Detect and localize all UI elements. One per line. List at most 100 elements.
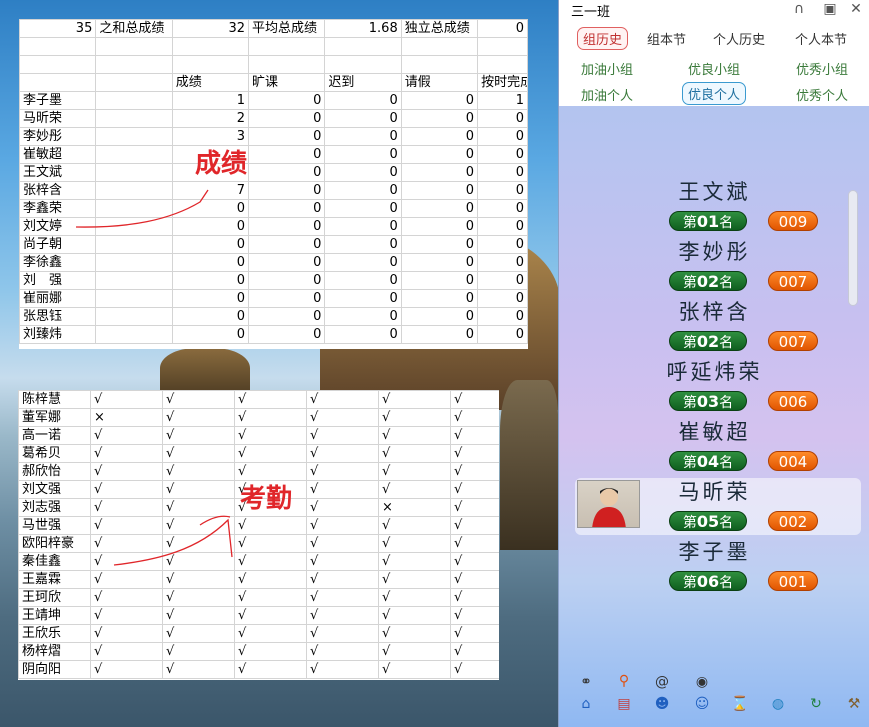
- cell[interactable]: [171, 37, 250, 56]
- attendance-mark-cell[interactable]: √: [378, 462, 451, 481]
- menu-good-person[interactable]: 优良个人: [682, 82, 747, 105]
- value-cell[interactable]: 0: [477, 325, 528, 344]
- attendance-mark-cell[interactable]: √: [450, 390, 499, 409]
- cell[interactable]: 35: [19, 19, 97, 38]
- student-name-cell[interactable]: 葛希贝: [18, 444, 91, 463]
- student-name[interactable]: 崔敏超: [559, 416, 869, 446]
- at-icon[interactable]: @: [653, 673, 671, 691]
- value-cell[interactable]: 0: [400, 199, 479, 218]
- value-cell[interactable]: 0: [324, 199, 402, 218]
- attendance-mark-cell[interactable]: √: [234, 390, 307, 409]
- value-cell[interactable]: 0: [400, 91, 479, 110]
- value-cell[interactable]: 0: [400, 253, 479, 272]
- attendance-mark-cell[interactable]: √: [378, 426, 451, 445]
- attendance-mark-cell[interactable]: √: [234, 570, 307, 589]
- student-name-cell[interactable]: 高一诺: [18, 426, 91, 445]
- attendance-mark-cell[interactable]: √: [90, 444, 163, 463]
- student-name-cell[interactable]: 王靖坤: [18, 606, 91, 625]
- menu-cheer-group[interactable]: 加油小组: [581, 59, 633, 78]
- attendance-mark-cell[interactable]: √: [306, 390, 379, 409]
- attendance-mark-cell[interactable]: √: [162, 570, 235, 589]
- value-cell[interactable]: 0: [324, 253, 402, 272]
- attendance-mark-cell[interactable]: √: [450, 534, 499, 553]
- student-name-cell[interactable]: 李徐鑫: [19, 253, 97, 272]
- cell[interactable]: [248, 55, 326, 74]
- student-name-cell[interactable]: 王文斌: [19, 163, 97, 182]
- cell[interactable]: [95, 127, 173, 146]
- value-cell[interactable]: 0: [248, 181, 326, 200]
- smile-icon[interactable]: ☺: [693, 695, 711, 713]
- attendance-mark-cell[interactable]: √: [162, 642, 235, 661]
- student-name[interactable]: 呼延炜荣: [559, 356, 869, 386]
- value-cell[interactable]: 0: [248, 271, 326, 290]
- attendance-mark-cell[interactable]: √: [90, 426, 163, 445]
- student-name-cell[interactable]: 王嘉霖: [18, 570, 91, 589]
- cell[interactable]: [19, 55, 97, 74]
- value-cell[interactable]: 0: [248, 163, 326, 182]
- attendance-mark-cell[interactable]: √: [450, 606, 499, 625]
- value-cell[interactable]: 0: [477, 307, 528, 326]
- headphones-icon[interactable]: ∩: [790, 1, 808, 17]
- value-cell[interactable]: 0: [248, 235, 326, 254]
- cell[interactable]: [95, 145, 173, 164]
- attendance-mark-cell[interactable]: √: [378, 642, 451, 661]
- value-cell[interactable]: 0: [248, 109, 326, 128]
- attendance-mark-cell[interactable]: √: [378, 570, 451, 589]
- student-name-cell[interactable]: 李妙彤: [19, 127, 97, 146]
- attendance-mark-cell[interactable]: √: [378, 660, 451, 679]
- attendance-mark-cell[interactable]: √: [450, 624, 499, 643]
- student-name-cell[interactable]: 马世强: [18, 516, 91, 535]
- card-icon[interactable]: ▤: [615, 695, 633, 713]
- attendance-mark-cell[interactable]: √: [306, 534, 379, 553]
- attendance-mark-cell[interactable]: √: [378, 390, 451, 409]
- cell[interactable]: [171, 55, 250, 74]
- attendance-mark-cell[interactable]: √: [378, 408, 451, 427]
- value-cell[interactable]: 1: [477, 91, 528, 110]
- attendance-mark-cell[interactable]: √: [90, 660, 163, 679]
- attendance-mark-cell[interactable]: √: [306, 444, 379, 463]
- menu-person-current[interactable]: 个人本节: [795, 29, 847, 48]
- cell[interactable]: [95, 325, 173, 344]
- attendance-mark-cell[interactable]: √: [90, 642, 163, 661]
- value-cell[interactable]: 0: [248, 91, 326, 110]
- attendance-mark-cell[interactable]: √: [90, 588, 163, 607]
- cell[interactable]: 32: [171, 19, 250, 38]
- attendance-mark-cell[interactable]: √: [234, 408, 307, 427]
- attendance-mark-cell[interactable]: √: [450, 480, 499, 499]
- menu-excellent-group[interactable]: 优秀小组: [796, 59, 848, 78]
- cell[interactable]: 之和总成绩: [95, 19, 173, 38]
- attendance-mark-cell[interactable]: √: [378, 624, 451, 643]
- value-cell[interactable]: 0: [171, 307, 250, 326]
- attendance-mark-cell[interactable]: √: [450, 570, 499, 589]
- cell[interactable]: [477, 55, 528, 74]
- attendance-mark-cell[interactable]: √: [450, 444, 499, 463]
- value-cell[interactable]: 0: [400, 217, 479, 236]
- attendance-mark-cell[interactable]: √: [90, 570, 163, 589]
- value-cell[interactable]: 0: [324, 109, 402, 128]
- student-name[interactable]: 李子墨: [559, 536, 869, 566]
- value-cell[interactable]: 0: [324, 91, 402, 110]
- attendance-mark-cell[interactable]: √: [234, 624, 307, 643]
- attendance-mark-cell[interactable]: √: [450, 498, 499, 517]
- value-cell[interactable]: 0: [248, 307, 326, 326]
- value-cell[interactable]: 0: [324, 325, 402, 344]
- header-cell[interactable]: 按时完成: [477, 73, 528, 92]
- search-icon[interactable]: ⚲: [615, 672, 633, 690]
- hourglass-icon[interactable]: ⌛: [731, 695, 749, 713]
- attendance-mark-cell[interactable]: √: [450, 552, 499, 571]
- student-name-cell[interactable]: 刘文强: [18, 480, 91, 499]
- value-cell[interactable]: 0: [324, 181, 402, 200]
- attendance-mark-cell[interactable]: √: [378, 516, 451, 535]
- value-cell[interactable]: 0: [248, 325, 326, 344]
- attendance-mark-cell[interactable]: √: [234, 444, 307, 463]
- cell[interactable]: [324, 55, 402, 74]
- menu-group-history[interactable]: 组历史: [577, 27, 629, 50]
- menu-group-current[interactable]: 组本节: [647, 29, 686, 48]
- refresh-icon[interactable]: ↻: [807, 695, 825, 713]
- attendance-mark-cell[interactable]: √: [306, 498, 379, 517]
- student-name-cell[interactable]: 崔丽娜: [19, 289, 97, 308]
- header-cell[interactable]: 成绩: [171, 73, 250, 92]
- attendance-mark-cell[interactable]: √: [450, 426, 499, 445]
- value-cell[interactable]: 0: [477, 235, 528, 254]
- attendance-mark-cell[interactable]: √: [234, 606, 307, 625]
